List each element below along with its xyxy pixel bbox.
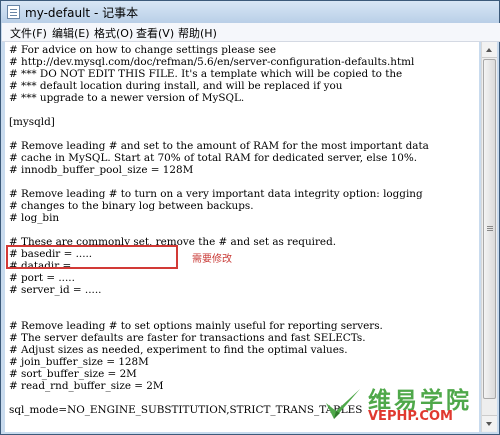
text-line: # cache in MySQL. Start at 70% of total … [9,152,418,164]
menu-format[interactable]: 格式(O) [94,25,133,41]
menu-view[interactable]: 查看(V) [136,25,174,41]
text-line: # *** default location during install, a… [9,80,343,92]
watermark-url: VEPHP.COM [368,409,453,424]
text-line: # For advice on how to change settings p… [9,44,276,56]
menu-edit[interactable]: 编辑(E) [52,25,90,41]
text-line: # read_rnd_buffer_size = 2M [9,380,164,392]
text-line: # *** DO NOT EDIT THIS FILE. It's a temp… [9,68,403,80]
text-line: # Remove leading # to turn on a very imp… [9,188,423,200]
text-editor-area[interactable]: # For advice on how to change settings p… [5,42,479,432]
scroll-up-arrow-icon[interactable] [482,42,497,58]
title-bar: my-default - 记事本 [1,1,499,23]
annotation-label: 需要修改 [192,254,232,265]
text-line: # changes to the binary log between back… [9,200,254,212]
text-line: # join_buffer_size = 128M [9,356,149,368]
text-line: # port = ..... [9,272,75,284]
text-line: # Remove leading # and set to the amount… [9,140,429,152]
text-line: sql_mode=NO_ENGINE_SUBSTITUTION,STRICT_T… [9,404,363,416]
text-line: # innodb_buffer_pool_size = 128M [9,164,194,176]
text-line: # Adjust sizes as needed, experiment to … [9,344,348,356]
menu-help[interactable]: 帮助(H) [178,25,217,41]
menu-file[interactable]: 文件(F) [10,25,47,41]
notepad-icon [7,5,20,19]
text-line: # http://dev.mysql.com/doc/refman/5.6/en… [9,56,415,68]
watermark: 维易学院 VEPHP.COM [320,381,488,429]
text-line: # Remove leading # to set options mainly… [9,320,383,332]
grip-icon [487,226,493,227]
text-line: # log_bin [9,212,60,224]
text-line: # The server defaults are faster for tra… [9,332,366,344]
window-title: my-default - 记事本 [25,6,139,20]
text-line: # sort_buffer_size = 2M [9,368,137,380]
text-line: # *** upgrade to a newer version of MySQ… [9,92,245,104]
notepad-window: my-default - 记事本 文件(F) 编辑(E) 格式(O) 查看(V)… [0,0,500,435]
vertical-scrollbar[interactable] [481,42,497,432]
text-line: # server_id = ..... [9,284,102,296]
menu-bar: 文件(F) 编辑(E) 格式(O) 查看(V) 帮助(H) [2,23,500,42]
scroll-thumb[interactable] [483,59,496,399]
text-line: [mysqld] [9,116,55,128]
watermark-logo-icon [326,389,360,419]
highlight-box [6,245,178,269]
